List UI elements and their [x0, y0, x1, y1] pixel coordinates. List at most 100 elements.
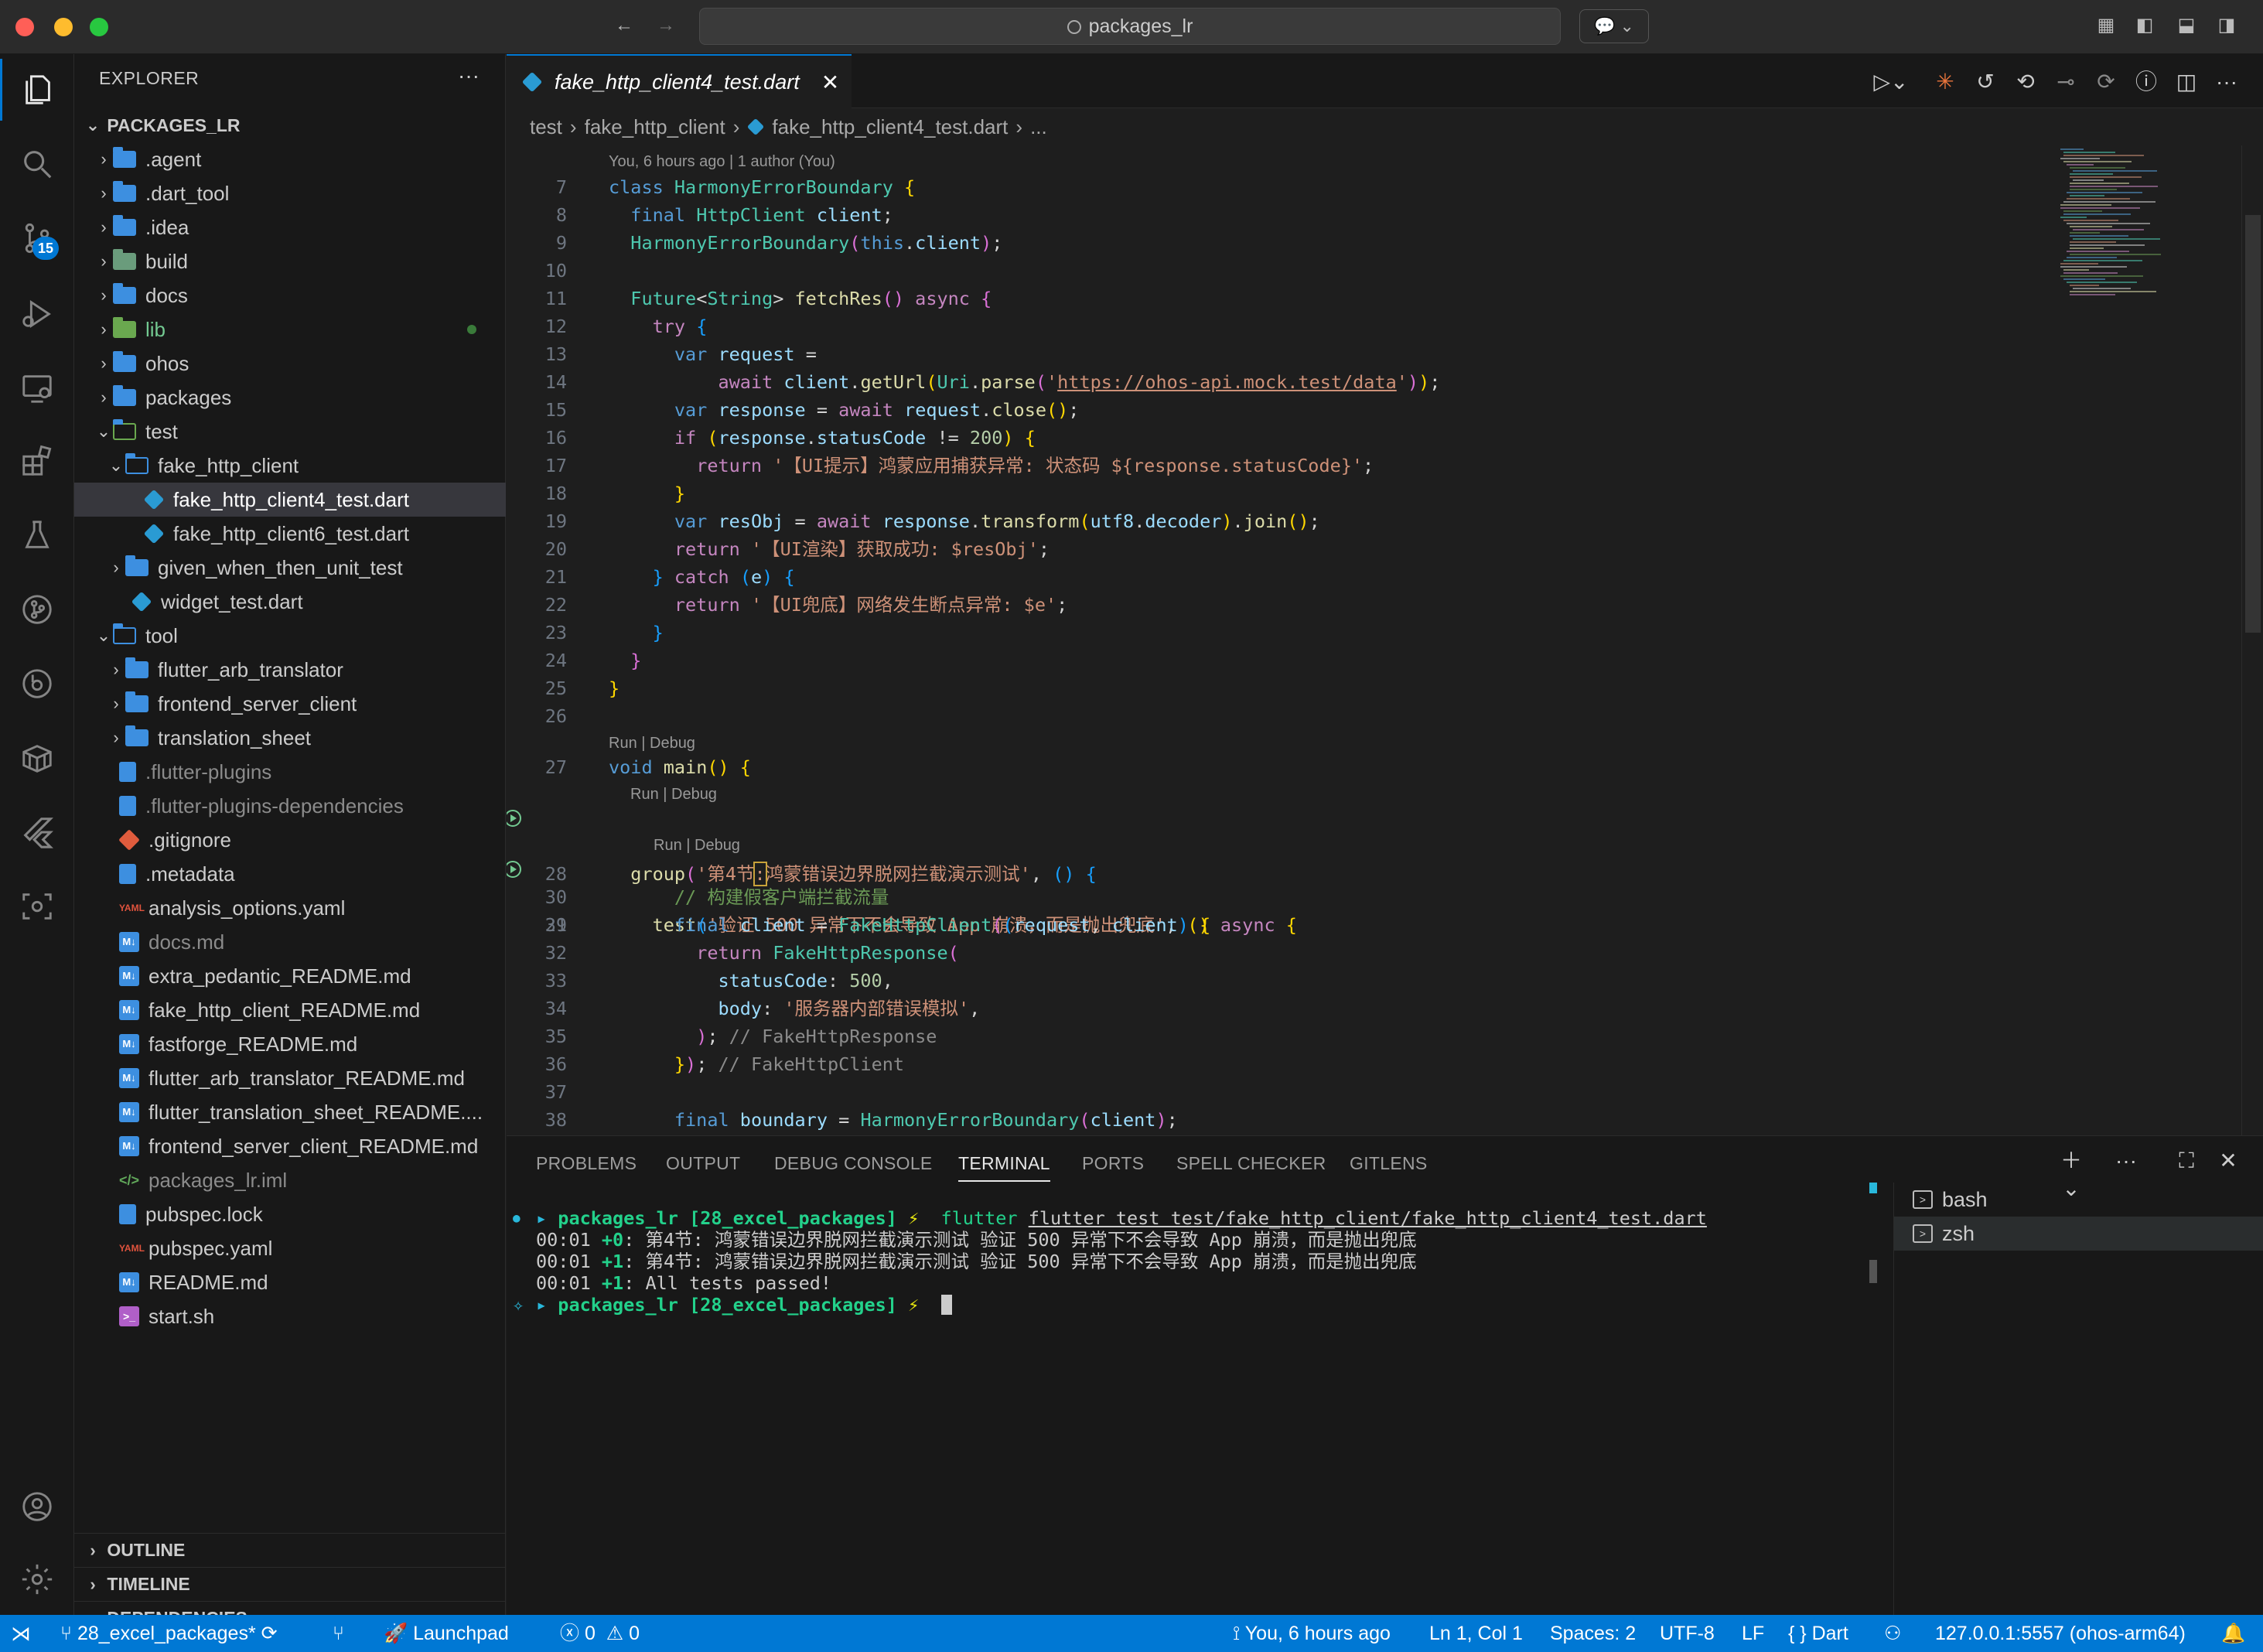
- breadcrumb-item[interactable]: ...: [1030, 115, 1047, 139]
- breadcrumb-item[interactable]: test: [530, 115, 562, 139]
- tree-item-folder[interactable]: › frontend_server_client: [74, 687, 506, 721]
- commit-icon[interactable]: ⊸: [2052, 68, 2080, 96]
- containers-icon[interactable]: [0, 727, 74, 789]
- remote-explorer-icon[interactable]: [0, 357, 74, 419]
- source-control-icon[interactable]: 15: [0, 207, 74, 269]
- tab-terminal[interactable]: TERMINAL: [958, 1153, 1050, 1182]
- close-tab-icon[interactable]: ✕: [821, 70, 839, 95]
- workspace-root[interactable]: ⌄ PACKAGES_LR: [74, 108, 506, 142]
- previous-change-icon[interactable]: ⟲: [2012, 68, 2039, 96]
- tree-item-file[interactable]: M↓ flutter_arb_translator_README.md: [74, 1061, 506, 1095]
- tree-item-folder[interactable]: › flutter_arb_translator: [74, 653, 506, 687]
- breadcrumb-item[interactable]: fake_http_client4_test.dart: [772, 115, 1008, 139]
- maximize-panel-icon[interactable]: ⛶: [2173, 1147, 2200, 1175]
- timeline-section[interactable]: › TIMELINE: [74, 1567, 506, 1601]
- new-terminal-icon[interactable]: ＋⌄: [2052, 1147, 2091, 1200]
- git-compare-icon[interactable]: ⓘ: [2132, 68, 2160, 96]
- tree-item-file[interactable]: .flutter-plugins: [74, 755, 506, 789]
- launchpad-indicator[interactable]: 🚀 Launchpad: [384, 1615, 509, 1652]
- tree-item-folder[interactable]: › .agent: [74, 142, 506, 176]
- minimap[interactable]: [2057, 145, 2240, 300]
- search-icon[interactable]: [0, 133, 74, 195]
- run-debug-icon[interactable]: [0, 283, 74, 345]
- tree-item-folder-open[interactable]: ⌄ fake_http_client: [74, 449, 506, 483]
- run-test-gutter-icon[interactable]: [507, 809, 522, 828]
- copilot-chat-icon[interactable]: 💬 ⌄: [1579, 9, 1649, 43]
- breadcrumb-item[interactable]: fake_http_client: [585, 115, 725, 139]
- tree-item-file[interactable]: M↓ fastforge_README.md: [74, 1027, 506, 1061]
- back-arrow-icon[interactable]: ←: [611, 14, 637, 37]
- tree-item-file[interactable]: M↓ fake_http_client_README.md: [74, 993, 506, 1027]
- tree-item-file[interactable]: </> packages_lr.iml: [74, 1163, 506, 1197]
- tree-item-folder-open[interactable]: ⌄ tool: [74, 619, 506, 653]
- branch-indicator[interactable]: ⑂ 28_excel_packages* ⟳: [60, 1615, 278, 1652]
- flutter-device[interactable]: 127.0.0.1:5557 (ohos-arm64): [1935, 1615, 2186, 1652]
- end-of-line[interactable]: LF: [1742, 1615, 1764, 1652]
- tab-spell-checker[interactable]: SPELL CHECKER: [1176, 1153, 1326, 1174]
- terminal-item-zsh[interactable]: > zsh: [1894, 1217, 2263, 1251]
- blame-codelens[interactable]: You, 6 hours ago | 1 author (You): [609, 153, 835, 171]
- tab-ports[interactable]: PORTS: [1082, 1153, 1144, 1174]
- minimize-window-button[interactable]: [54, 18, 73, 36]
- tree-item-file[interactable]: >_ start.sh: [74, 1299, 506, 1333]
- toggle-sidebar-icon[interactable]: ◧: [2132, 14, 2158, 37]
- gitlens-icon[interactable]: [0, 653, 74, 715]
- indentation[interactable]: Spaces: 2: [1550, 1615, 1636, 1652]
- run-test-dropdown-icon[interactable]: ▷⌄: [1868, 68, 1914, 96]
- tab-gitlens[interactable]: GITLENS: [1350, 1153, 1428, 1174]
- tree-item-folder-open[interactable]: ⌄ test: [74, 415, 506, 449]
- terminal-scrollbar[interactable]: [1868, 1183, 1879, 1616]
- blame-indicator[interactable]: ⟟ You, 6 hours ago: [1233, 1615, 1391, 1652]
- tree-item-folder[interactable]: › docs: [74, 278, 506, 312]
- run-debug-codelens[interactable]: Run | Debug: [630, 786, 717, 804]
- tree-item-file[interactable]: M↓ frontend_server_client_README.md: [74, 1129, 506, 1163]
- tree-item-folder[interactable]: › .dart_tool: [74, 176, 506, 210]
- screen-capture-icon[interactable]: [0, 875, 74, 937]
- url-string[interactable]: https://ohos-api.mock.test/data: [1057, 371, 1397, 393]
- encoding[interactable]: UTF-8: [1660, 1615, 1715, 1652]
- problems-indicator[interactable]: ⓧ 0 ⚠ 0: [560, 1615, 640, 1652]
- flutter-hot-reload-icon[interactable]: ✳: [1931, 68, 1959, 96]
- tree-item-folder[interactable]: › .idea: [74, 210, 506, 244]
- tree-item-file[interactable]: pubspec.lock: [74, 1197, 506, 1231]
- outline-section[interactable]: › OUTLINE: [74, 1533, 506, 1567]
- tree-item-file[interactable]: M↓ extra_pedantic_README.md: [74, 959, 506, 993]
- explorer-icon[interactable]: [0, 59, 74, 121]
- run-debug-codelens[interactable]: Run | Debug: [609, 735, 695, 753]
- run-test-gutter-icon[interactable]: [507, 860, 522, 879]
- tree-item-folder[interactable]: › translation_sheet: [74, 721, 506, 755]
- scrollbar-thumb[interactable]: [2245, 215, 2261, 633]
- remote-indicator-icon[interactable]: ⋊: [11, 1615, 31, 1652]
- tab-problems[interactable]: PROBLEMS: [536, 1153, 637, 1174]
- copilot-icon[interactable]: ⚇: [1884, 1615, 1901, 1652]
- git-graph-icon[interactable]: [0, 579, 74, 640]
- extensions-icon[interactable]: [0, 430, 74, 492]
- tree-item-file[interactable]: .metadata: [74, 857, 506, 891]
- terminal-item-bash[interactable]: > bash: [1894, 1183, 2263, 1217]
- tree-item-file[interactable]: .flutter-plugins-dependencies: [74, 789, 506, 823]
- language-mode[interactable]: { } Dart: [1788, 1615, 1848, 1652]
- more-actions-icon[interactable]: ···: [2213, 68, 2241, 96]
- code-editor[interactable]: You, 6 hours ago | 1 author (You) 7 class…: [507, 145, 2263, 1135]
- close-panel-icon[interactable]: ✕: [2214, 1147, 2242, 1175]
- tree-item-folder[interactable]: › packages: [74, 381, 506, 415]
- notifications-bell-icon[interactable]: 🔔: [2221, 1615, 2245, 1652]
- more-actions-icon[interactable]: ···: [2112, 1147, 2140, 1175]
- timeline-history-icon[interactable]: ↺: [1971, 68, 1999, 96]
- tree-item-file[interactable]: YAML pubspec.yaml: [74, 1231, 506, 1265]
- close-window-button[interactable]: [15, 18, 34, 36]
- testing-icon[interactable]: [0, 504, 74, 566]
- editor-scrollbar[interactable]: [2241, 145, 2263, 1135]
- command-center-search[interactable]: packages_lr: [699, 8, 1561, 45]
- tab-output[interactable]: OUTPUT: [666, 1153, 740, 1174]
- toggle-panel-icon[interactable]: ⬓: [2173, 14, 2200, 37]
- tree-item-file[interactable]: .gitignore: [74, 823, 506, 857]
- tree-item-folder[interactable]: › build: [74, 244, 506, 278]
- editor-tab-active[interactable]: fake_http_client4_test.dart ✕: [507, 54, 852, 108]
- tree-item-file-selected[interactable]: fake_http_client4_test.dart: [74, 483, 506, 517]
- cursor-position[interactable]: Ln 1, Col 1: [1429, 1615, 1523, 1652]
- tree-item-file[interactable]: M↓ flutter_translation_sheet_README....: [74, 1095, 506, 1129]
- split-editor-icon[interactable]: ◫: [2173, 68, 2200, 96]
- settings-gear-icon[interactable]: [0, 1548, 74, 1610]
- toggle-secondary-sidebar-icon[interactable]: ◨: [2214, 14, 2240, 37]
